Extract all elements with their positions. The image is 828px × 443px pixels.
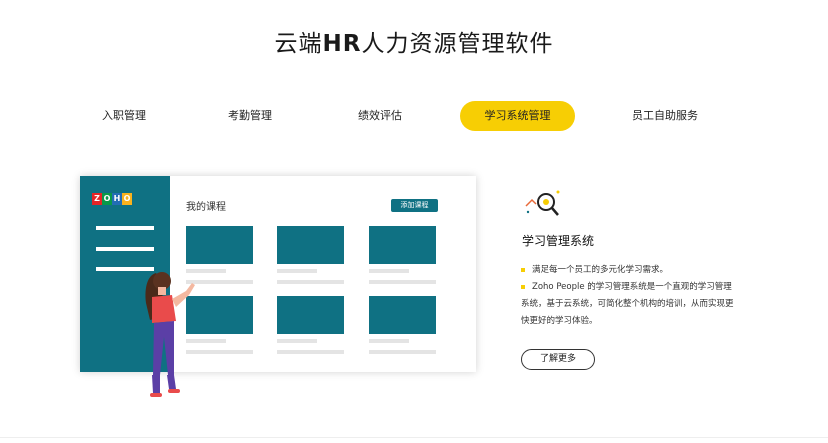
menu-line [96,226,154,230]
magnifier-icon [525,190,560,216]
placeholder-bar [277,269,317,273]
feature-description: 满足每一个员工的多元化学习需求。 Zoho People 的学习管理系统是一个直… [521,262,751,330]
zoho-logo: ZOHO [92,186,134,205]
placeholder-bar [277,280,344,284]
tab-learning[interactable]: 学习系统管理 [460,101,575,131]
course-card [369,226,436,264]
list-item: 满足每一个员工的多元化学习需求。 [521,262,751,279]
bullet-icon [521,285,525,289]
course-card [369,296,436,334]
tab-attendance[interactable]: 考勤管理 [212,101,288,131]
add-course-button[interactable]: 添加课程 [391,199,438,212]
placeholder-bar [369,269,409,273]
course-title: 我的课程 [186,202,226,213]
learn-more-button[interactable]: 了解更多 [521,349,595,370]
woman-illustration [145,272,195,397]
course-card [277,296,344,334]
bullet-icon [521,268,525,272]
feature-title: 学习管理系统 [522,234,595,248]
divider [0,437,828,438]
menu-line [96,247,154,251]
tab-performance[interactable]: 绩效评估 [342,101,418,131]
course-card [186,226,253,264]
placeholder-bar [369,350,436,354]
tab-onboarding[interactable]: 入职管理 [86,101,162,131]
description-line: 快更好的学习体验。 [521,316,598,326]
list-item: Zoho People 的学习管理系统是一个直观的学习管理 [521,279,751,296]
placeholder-bar [277,339,317,343]
placeholder-bar [369,339,409,343]
tab-self-service[interactable]: 员工自助服务 [622,101,708,131]
placeholder-bar [369,280,436,284]
course-card [277,226,344,264]
placeholder-bar [277,350,344,354]
page-title: 云端HR人力资源管理软件 [274,31,554,57]
description-line: 系统，基于云系统，可简化整个机构的培训，从而实现更 [521,299,734,309]
feature-tabs: 入职管理 考勤管理 绩效评估 学习系统管理 员工自助服务 [0,101,828,131]
